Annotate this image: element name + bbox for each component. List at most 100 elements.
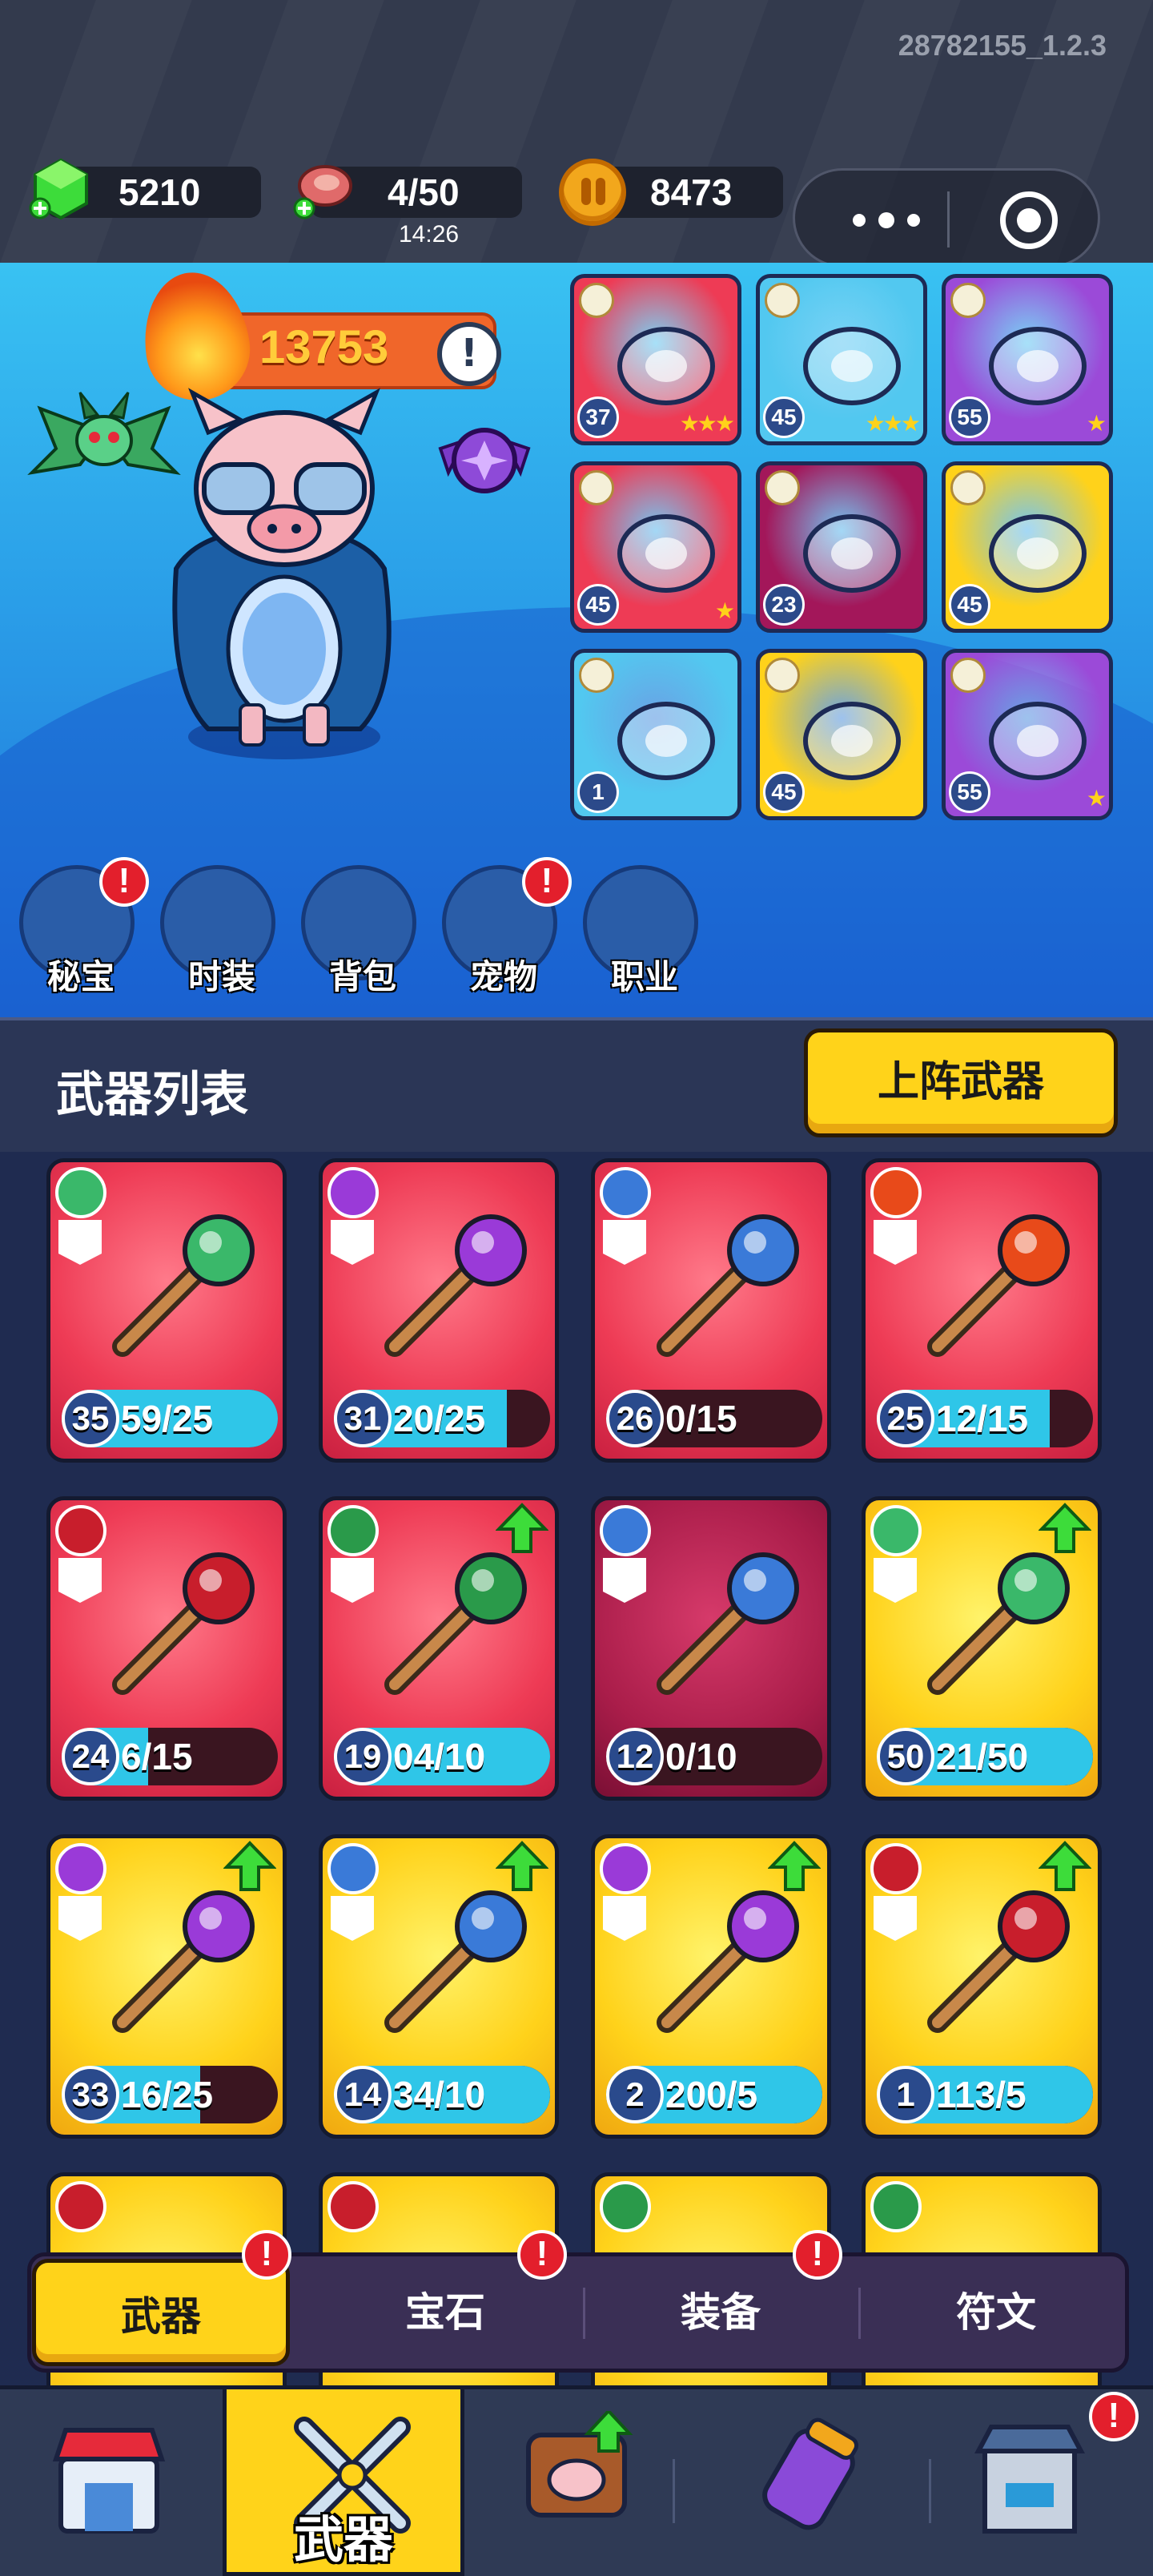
weapon-chest-icon[interactable]: [512, 2409, 641, 2555]
side-menu-paw[interactable]: 宠物!: [436, 857, 572, 1001]
close-miniprogram-icon[interactable]: [1000, 191, 1058, 249]
equipment-level: 1: [577, 771, 619, 813]
upgrade-arrow-icon: [767, 1840, 822, 1893]
weapon-card-feather-staff[interactable]: 21/50 50: [862, 1496, 1102, 1801]
alert-badge-icon: !: [99, 857, 149, 907]
side-menu-hat[interactable]: 时装: [154, 865, 275, 1001]
weapon-progress-text: 04/10: [393, 1736, 486, 1777]
meat-stamina-icon: [293, 165, 352, 219]
weapon-element-icon: [870, 2181, 922, 2232]
deploy-weapons-button[interactable]: 上阵武器: [804, 1028, 1118, 1137]
upgrade-arrow-icon: [1038, 1840, 1092, 1893]
weapon-card-orb-staff[interactable]: 200/5 2: [591, 1834, 831, 2139]
weapon-level: 24: [62, 1728, 119, 1785]
upgrade-arrow-icon: [495, 1840, 549, 1893]
equipment-slot-dark-spear[interactable]: 23: [756, 461, 927, 633]
weapon-progress-text: 0/15: [665, 1398, 737, 1439]
tab-runes[interactable]: 符文: [858, 2259, 1134, 2366]
coin-count: 8473: [650, 171, 733, 213]
weapon-element-icon: [600, 2181, 651, 2232]
collar-icon: [606, 310, 726, 422]
equipment-slot-horn[interactable]: 55 ★: [942, 649, 1113, 820]
nav-divider: [929, 2459, 931, 2523]
weapon-card-hammer[interactable]: 113/5 1: [862, 1834, 1102, 2139]
weapon-element-icon: [55, 2181, 106, 2232]
weapon-card-crossbow[interactable]: 6/15 24: [46, 1496, 287, 1801]
equipment-level: 23: [763, 584, 805, 626]
power-info-icon[interactable]: !: [437, 322, 501, 386]
ice-pick-icon: [635, 1202, 811, 1379]
weapon-progress-text: 16/25: [121, 2074, 214, 2115]
weapon-card-axe[interactable]: 12/15 25: [862, 1158, 1102, 1463]
equipment-slot-crystal-scepter[interactable]: 45 ★: [570, 461, 741, 633]
tab-weapons[interactable]: 武器: [32, 2259, 290, 2366]
alert-badge-icon: !: [522, 857, 572, 907]
pig-mage-character: [172, 388, 392, 759]
feather-staff-icon: [906, 1540, 1082, 1717]
equipment-slot-disc[interactable]: 55 ★: [942, 274, 1113, 445]
gold-coin-icon: [559, 159, 626, 226]
equipment-level: 55: [949, 396, 990, 438]
weapon-progress-text: 12/15: [936, 1398, 1029, 1439]
side-menu-label: 宠物: [469, 957, 537, 996]
class-emblem-icon[interactable]: [432, 417, 536, 505]
blacksmith-icon[interactable]: [966, 2411, 1094, 2555]
dark-spear-icon: [792, 497, 912, 610]
equipment-slot-collar[interactable]: 37 ★★★: [570, 274, 741, 445]
upgrade-arrow-icon: [495, 1502, 549, 1555]
weapon-card-spellbook[interactable]: 59/25 35: [46, 1158, 287, 1463]
equipment-level: 45: [577, 584, 619, 626]
weapon-progress-text: 21/50: [936, 1736, 1029, 1777]
weapon-progress-text: 113/5: [936, 2074, 1026, 2115]
alert-badge-icon: !: [517, 2230, 567, 2280]
alert-badge-icon: !: [1089, 2392, 1139, 2441]
horn-icon: [978, 685, 1098, 797]
gem-count: 5210: [119, 171, 201, 213]
weapon-level: 12: [606, 1728, 664, 1785]
weapon-grid: 59/25 35 20/25 31 0/15 26 12/15 25 6/15 24 04/10 19…: [0, 1152, 1153, 2385]
version-label: 28782155_1.2.3: [898, 29, 1107, 62]
upgrade-arrow-icon: [1038, 1502, 1092, 1555]
weapon-level: 25: [877, 1390, 934, 1447]
battery-icon[interactable]: [745, 2411, 873, 2555]
side-menu-treasure-pot[interactable]: 秘宝!: [13, 857, 149, 1001]
miniprogram-capsule: [793, 168, 1100, 268]
weapon-card-ice-crystal[interactable]: 34/10 14: [319, 1834, 559, 2139]
weapon-level: 50: [877, 1728, 934, 1785]
crossbow-icon: [90, 1540, 267, 1717]
side-menu-label: 背包: [328, 957, 396, 996]
weapon-card-scythe[interactable]: 0/10 12: [591, 1496, 831, 1801]
weapon-card-ice-pick[interactable]: 0/15 26: [591, 1158, 831, 1463]
alert-badge-icon: !: [242, 2230, 291, 2280]
equipment-stars: ★: [714, 598, 735, 624]
equipment-slot-gloves[interactable]: 45 ★★★: [756, 274, 927, 445]
weapon-card-boomerang[interactable]: 20/25 31: [319, 1158, 559, 1463]
hammer-icon: [906, 1878, 1082, 2055]
alert-badge-icon: !: [793, 2230, 842, 2280]
equipment-level: 55: [949, 771, 990, 813]
spellbook-icon: [90, 1202, 267, 1379]
upgrade-arrow-icon: [223, 1840, 277, 1893]
weapon-level: 33: [62, 2066, 119, 2123]
equipment-slot-bell-helmet[interactable]: 45 ★★★★★: [756, 649, 927, 820]
weapon-level: 19: [334, 1728, 392, 1785]
weapon-card-catapult[interactable]: 04/10 19: [319, 1496, 559, 1801]
equipment-stars: ★★★: [865, 410, 921, 437]
weapon-progress-text: 0/10: [665, 1736, 737, 1777]
weapon-progress-text: 200/5: [665, 2074, 758, 2115]
weapon-level: 35: [62, 1390, 119, 1447]
equipment-stars: ★: [1086, 785, 1107, 811]
equipment-slot-potion-vial[interactable]: 1: [570, 649, 741, 820]
equipment-level: 37: [577, 396, 619, 438]
side-menu-robot-backpack[interactable]: 背包: [295, 865, 416, 1001]
crystal-scepter-icon: [606, 497, 726, 610]
stamina-count: 4/50: [388, 171, 460, 213]
more-menu-icon[interactable]: [843, 206, 931, 235]
shop-icon[interactable]: [45, 2411, 173, 2555]
side-menu-label: 时装: [187, 957, 255, 996]
equipment-slot-purple-boots[interactable]: 45 ★★★★: [942, 461, 1113, 633]
weapon-card-battery-launcher[interactable]: 16/25 33: [46, 1834, 287, 2139]
weapon-progress-text: 6/15: [121, 1736, 193, 1777]
side-menu-sword-class[interactable]: 职业: [576, 865, 698, 1001]
ice-crystal-icon: [363, 1878, 539, 2055]
